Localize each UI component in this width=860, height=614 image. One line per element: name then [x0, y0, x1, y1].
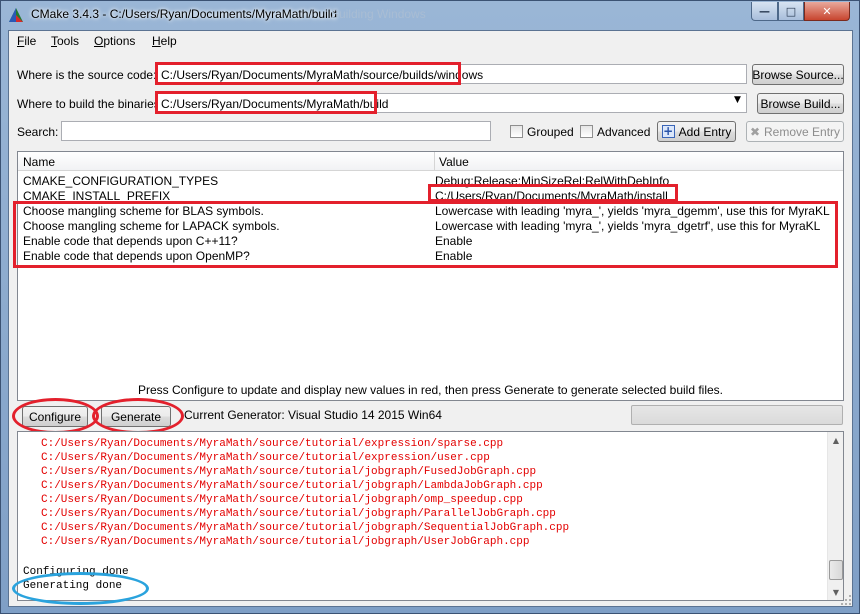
- table-header: Name Value: [18, 152, 843, 171]
- plus-icon: +: [661, 124, 675, 138]
- column-header-value[interactable]: Value: [439, 155, 469, 169]
- menu-tools[interactable]: Tools: [51, 34, 79, 48]
- table-row[interactable]: Enable code that depends upon OpenMP? En…: [18, 249, 843, 264]
- log-error-line: C:/Users/Ryan/Documents/MyraMath/source/…: [41, 466, 537, 478]
- cmake-window: CMake 3.4.3 - C:/Users/Ryan/Documents/My…: [0, 0, 860, 614]
- menu-file[interactable]: File: [17, 34, 36, 48]
- source-label: Where is the source code:: [17, 68, 157, 82]
- log-error-line: C:/Users/Ryan/Documents/MyraMath/source/…: [41, 536, 530, 548]
- dropdown-arrow-icon[interactable]: ▼: [734, 95, 741, 105]
- menu-options[interactable]: Options: [94, 34, 135, 48]
- cmake-logo-icon: [9, 8, 23, 22]
- log-error-line: C:/Users/Ryan/Documents/MyraMath/source/…: [41, 452, 490, 464]
- row-name: CMAKE_CONFIGURATION_TYPES: [23, 174, 219, 188]
- log-error-line: C:/Users/Ryan/Documents/MyraMath/source/…: [41, 480, 543, 492]
- column-divider[interactable]: [434, 152, 435, 171]
- scroll-thumb[interactable]: [829, 560, 843, 580]
- maximize-button[interactable]: □: [778, 2, 804, 21]
- window-title-ghost: Building Windows: [331, 7, 426, 21]
- advanced-label: Advanced: [597, 125, 651, 139]
- add-entry-button[interactable]: + Add Entry: [657, 121, 736, 142]
- menu-bar: File Tools Options Help: [9, 31, 852, 51]
- log-error-line: C:/Users/Ryan/Documents/MyraMath/source/…: [41, 508, 556, 520]
- row-name: CMAKE_INSTALL_PREFIX: [23, 189, 171, 203]
- grouped-checkbox[interactable]: [510, 125, 523, 138]
- close-button[interactable]: ✕: [804, 2, 850, 21]
- search-label: Search:: [17, 125, 59, 139]
- row-name: Enable code that depends upon OpenMP?: [23, 249, 250, 263]
- remove-entry-label: Remove Entry: [764, 124, 841, 139]
- close-icon: ✕: [822, 4, 832, 18]
- maximize-icon: □: [785, 4, 797, 18]
- row-value: Lowercase with leading 'myra_', yields '…: [435, 219, 821, 233]
- scroll-up-icon[interactable]: ▲: [828, 432, 843, 448]
- window-title: CMake 3.4.3 - C:/Users/Ryan/Documents/My…: [31, 7, 338, 21]
- browse-source-button[interactable]: Browse Source...: [752, 64, 844, 85]
- log-error-line: C:/Users/Ryan/Documents/MyraMath/source/…: [41, 494, 523, 506]
- build-label: Where to build the binaries:: [17, 97, 164, 111]
- remove-entry-button[interactable]: ✖ Remove Entry: [746, 121, 844, 142]
- browse-build-button[interactable]: Browse Build...: [757, 93, 844, 114]
- table-row[interactable]: Choose mangling scheme for BLAS symbols.…: [18, 204, 843, 219]
- build-path-value: C:/Users/Ryan/Documents/MyraMath/build: [161, 97, 389, 111]
- progress-bar: [631, 405, 843, 425]
- advanced-checkbox[interactable]: [580, 125, 593, 138]
- minimize-icon: —: [759, 4, 770, 18]
- table-row[interactable]: CMAKE_CONFIGURATION_TYPES Debug;Release;…: [18, 174, 843, 189]
- row-value: Enable: [435, 234, 473, 248]
- search-input[interactable]: [61, 121, 491, 141]
- menu-help[interactable]: Help: [152, 34, 177, 48]
- minimize-button[interactable]: —: [751, 2, 778, 21]
- log-status-configuring: Configuring done: [23, 566, 129, 578]
- row-name: Enable code that depends upon C++11?: [23, 234, 238, 248]
- source-path-value: C:/Users/Ryan/Documents/MyraMath/source/…: [161, 68, 484, 82]
- log-error-line: C:/Users/Ryan/Documents/MyraMath/source/…: [41, 522, 570, 534]
- source-path-input[interactable]: C:/Users/Ryan/Documents/MyraMath/source/…: [157, 64, 747, 84]
- remove-x-icon: ✖: [749, 124, 761, 139]
- row-name: Choose mangling scheme for BLAS symbols.: [23, 204, 264, 218]
- log-scrollbar[interactable]: ▲ ▼: [827, 432, 843, 600]
- build-path-combobox[interactable]: C:/Users/Ryan/Documents/MyraMath/build ▼: [157, 93, 747, 113]
- current-generator-label: Current Generator: Visual Studio 14 2015…: [184, 408, 442, 422]
- table-row[interactable]: Choose mangling scheme for LAPACK symbol…: [18, 219, 843, 234]
- configure-button[interactable]: Configure: [22, 406, 88, 427]
- generate-button[interactable]: Generate: [101, 406, 171, 427]
- row-value: C:/Users/Ryan/Documents/MyraMath/install: [435, 189, 668, 203]
- output-log[interactable]: C:/Users/Ryan/Documents/MyraMath/source/…: [17, 431, 844, 601]
- log-status-generating: Generating done: [23, 580, 123, 592]
- client-area: File Tools Options Help Where is the sou…: [8, 30, 853, 607]
- grouped-label: Grouped: [527, 125, 574, 139]
- log-error-line: C:/Users/Ryan/Documents/MyraMath/source/…: [41, 438, 504, 450]
- configure-hint: Press Configure to update and display ne…: [137, 383, 724, 397]
- add-entry-label: Add Entry: [678, 124, 732, 139]
- title-bar[interactable]: CMake 3.4.3 - C:/Users/Ryan/Documents/My…: [1, 1, 859, 29]
- row-name: Choose mangling scheme for LAPACK symbol…: [23, 219, 280, 233]
- table-row[interactable]: Enable code that depends upon C++11? Ena…: [18, 234, 843, 249]
- row-value: Lowercase with leading 'myra_', yields '…: [435, 204, 830, 218]
- size-grip-icon[interactable]: [840, 594, 852, 606]
- column-header-name[interactable]: Name: [23, 155, 55, 169]
- cache-table[interactable]: Name Value CMAKE_CONFIGURATION_TYPES Deb…: [17, 151, 844, 401]
- row-value: Debug;Release;MinSizeRel;RelWithDebInfo: [435, 174, 670, 188]
- row-value: Enable: [435, 249, 473, 263]
- table-row[interactable]: CMAKE_INSTALL_PREFIX C:/Users/Ryan/Docum…: [18, 189, 843, 204]
